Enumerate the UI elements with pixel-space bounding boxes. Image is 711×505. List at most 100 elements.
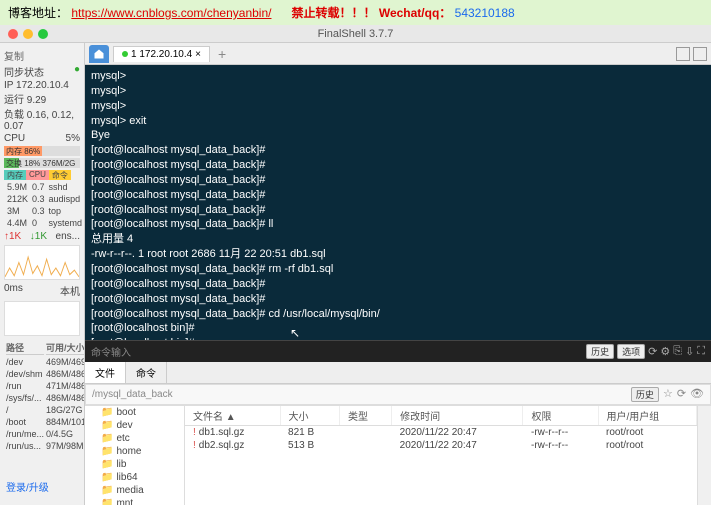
sync-status: 同步状态 [4,64,44,79]
refresh-icon[interactable]: ⟳ [648,345,657,358]
cpu-mini-tabs[interactable]: 内存CPU命令 [4,170,80,180]
fs-row: /boot884M/1014M [6,417,85,427]
load-label: 负载 0.16, 0.12, 0.07 [4,106,80,132]
close-icon[interactable] [8,29,18,39]
net-down: ↓1K [30,231,47,242]
terminal-line: [root@localhost bin]# [91,321,705,336]
latency-chart [4,301,80,336]
fs-row: /dev/shm486M/486M [6,369,85,379]
sidebar: 复制 同步状态● IP 172.20.10.4 运行 9.29 负载 0.16,… [0,43,85,505]
file-tabs: 文件 命令 [85,362,711,384]
file-tree[interactable]: 📁boot📁dev📁etc📁home📁lib📁lib64📁media📁mnt📁m… [85,406,185,505]
path-bar: /mysql_data_back 历史 ☆ ⟳ 👁 [85,384,711,405]
star-icon[interactable]: ☆ [663,387,673,402]
fs-row: /18G/27G [6,405,85,415]
runtime-label: 运行 9.29 [4,91,80,106]
network-chart [4,245,80,280]
file-row[interactable]: !db1.sql.gz821 B2020/11/22 20:47-rw-r--r… [185,426,697,440]
terminal[interactable]: mysql>mysql>mysql>mysql> exitBye[root@lo… [85,65,711,340]
tab-session-1[interactable]: 1 172.20.10.4 × [113,46,210,62]
file-list[interactable]: 文件名 ▲ 大小 类型 修改时间 权限 用户/用户组 !db1.sql.gz82… [185,406,697,505]
expand-icon[interactable]: ⛶ [697,345,705,358]
process-row: 212K0.3audispd [6,194,83,204]
cog-icon[interactable]: ⚙ [660,345,670,358]
tab-cmd[interactable]: 命令 [126,362,167,383]
login-link[interactable]: 登录/升级 [6,479,49,494]
file-manager: 📁boot📁dev📁etc📁home📁lib📁lib64📁media📁mnt📁m… [85,405,711,505]
terminal-line: [root@localhost mysql_data_back]# [91,292,705,307]
mem-bar: 内存 86% 818M/972M [4,146,80,156]
tree-node[interactable]: 📁dev [85,419,184,432]
scrollbar[interactable] [697,406,711,505]
tree-node[interactable]: 📁lib64 [85,471,184,484]
window-title: FinalShell 3.7.7 [318,28,394,40]
tree-node[interactable]: 📁mnt [85,497,184,505]
swap-bar: 交换 18% 376M/2G [4,158,80,168]
net-up: ↑1K [4,231,21,242]
fs-row: /dev469M/469M [6,357,85,367]
tree-node[interactable]: 📁lib [85,458,184,471]
col-mtime[interactable]: 修改时间 [392,406,523,426]
col-name[interactable]: 文件名 ▲ [185,406,280,426]
tree-node[interactable]: 📁media [85,484,184,497]
copy-link[interactable]: 复制 [4,48,24,63]
cpu-label: CPU [4,133,25,144]
maximize-icon[interactable] [38,29,48,39]
path-text[interactable]: /mysql_data_back [92,389,173,400]
layout-icon-2[interactable] [693,47,707,61]
terminal-line: -rw-r--r--. 1 root root 2686 11月 22 20:5… [91,247,705,262]
home-icon[interactable] [89,45,109,63]
cmd-placeholder[interactable]: 命令输入 [91,344,131,359]
banner-warn: 禁止转载！！！ [291,6,375,20]
terminal-line: mysql> exit [91,114,705,129]
layout-icon[interactable] [676,47,690,61]
net-rate1: 0ms [4,283,23,298]
process-row: 4.4M0systemd [6,218,83,228]
process-row: 3M0.3top [6,206,83,216]
terminal-line: mysql> [91,69,705,84]
tab-file[interactable]: 文件 [85,362,126,383]
close-tab-icon[interactable]: × [195,49,201,60]
terminal-line: [root@localhost mysql_data_back]# [91,277,705,292]
col-perm[interactable]: 权限 [523,406,598,426]
history-button[interactable]: 历史 [586,344,614,359]
add-tab-button[interactable]: + [214,46,230,62]
contact-value: 543210188 [455,6,515,20]
terminal-line: 总用量 4 [91,232,705,247]
tree-node[interactable]: 📁etc [85,432,184,445]
tree-node[interactable]: 📁home [85,445,184,458]
window-titlebar: FinalShell 3.7.7 [0,25,711,43]
path-history-button[interactable]: 历史 [631,387,659,402]
blog-url[interactable]: https://www.cnblogs.com/chenyanbin/ [71,6,271,20]
banner-prefix: 博客地址： [8,6,68,20]
terminal-line: mysql> [91,99,705,114]
copy-icon[interactable]: ⎘ [673,345,682,358]
terminal-line: mysql> [91,84,705,99]
fs-row: /run/us...97M/98M [6,441,85,451]
ip-label: IP 172.20.10.4 [4,80,80,91]
col-type[interactable]: 类型 [339,406,391,426]
minimize-icon[interactable] [23,29,33,39]
terminal-line: [root@localhost mysql_data_back]# [91,173,705,188]
file-row[interactable]: !db2.sql.gz513 B2020/11/22 20:47-rw-r--r… [185,439,697,452]
terminal-line: [root@localhost mysql_data_back]# rm -rf… [91,262,705,277]
tree-node[interactable]: 📁boot [85,406,184,419]
blog-banner: 博客地址： https://www.cnblogs.com/chenyanbin… [0,0,711,25]
col-owner[interactable]: 用户/用户组 [598,406,696,426]
terminal-line: [root@localhost mysql_data_back]# [91,188,705,203]
fs-row: /run/me...0/4.5G [6,429,85,439]
contact-label: Wechat/qq： [379,6,451,20]
cpu-val: 5% [66,133,80,144]
col-size[interactable]: 大小 [280,406,339,426]
download-icon[interactable]: ⇩ [685,345,694,358]
process-row: 5.9M0.7sshd [6,182,83,192]
refresh-path-icon[interactable]: ⟳ [677,387,686,402]
eye-icon[interactable]: 👁 [690,387,704,402]
net-if: ens... [56,231,80,242]
terminal-line: [root@localhost mysql_data_back]# ll [91,217,705,232]
options-button[interactable]: 选项 [617,344,645,359]
terminal-line: [root@localhost mysql_data_back]# [91,158,705,173]
fs-row: /run471M/486M [6,381,85,391]
command-input-bar: 命令输入 历史 选项 ⟳ ⚙ ⎘ ⇩ ⛶ [85,340,711,362]
filesystem-table: 路径可用/大小 /dev469M/469M/dev/shm486M/486M/r… [4,339,85,453]
